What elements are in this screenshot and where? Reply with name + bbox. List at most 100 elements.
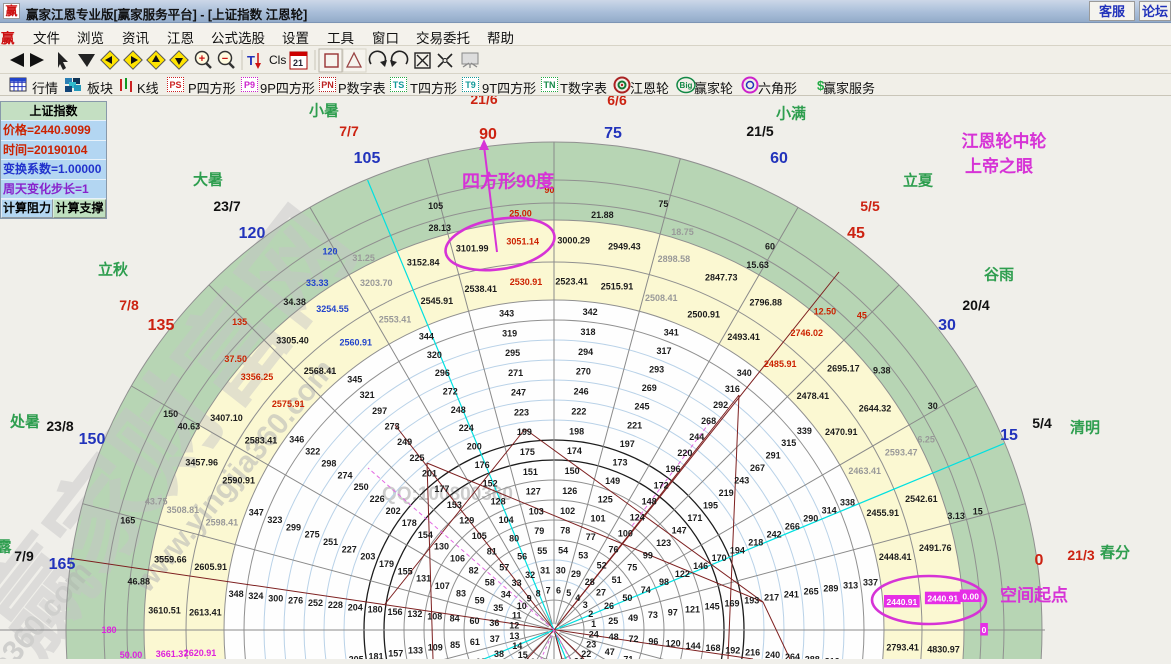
svg-text:小暑: 小暑 bbox=[309, 101, 339, 119]
svg-text:290: 290 bbox=[803, 513, 818, 523]
svg-text:34.38: 34.38 bbox=[283, 297, 306, 307]
svg-text:196: 196 bbox=[665, 464, 680, 474]
svg-text:124: 124 bbox=[630, 513, 645, 523]
svg-text:145: 145 bbox=[705, 601, 720, 611]
svg-text:2: 2 bbox=[588, 609, 593, 619]
svg-text:222: 222 bbox=[571, 406, 586, 416]
svg-text:157: 157 bbox=[388, 649, 403, 659]
svg-text:150: 150 bbox=[79, 431, 106, 448]
svg-text:219: 219 bbox=[719, 488, 734, 498]
svg-text:2545.91: 2545.91 bbox=[421, 296, 454, 306]
svg-text:176: 176 bbox=[475, 460, 490, 470]
svg-text:谷雨: 谷雨 bbox=[984, 266, 1014, 283]
svg-text:21: 21 bbox=[293, 58, 303, 68]
svg-text:98: 98 bbox=[659, 577, 669, 587]
svg-text:59: 59 bbox=[475, 596, 485, 606]
svg-text:317: 317 bbox=[656, 346, 671, 356]
svg-text:立夏: 立夏 bbox=[903, 171, 934, 189]
svg-text:135: 135 bbox=[148, 317, 175, 334]
svg-text:3051.14: 3051.14 bbox=[506, 236, 539, 246]
svg-text:60: 60 bbox=[770, 150, 788, 167]
svg-text:84: 84 bbox=[450, 614, 460, 624]
svg-text:120: 120 bbox=[666, 639, 681, 649]
svg-text:102: 102 bbox=[560, 506, 575, 516]
svg-text:198: 198 bbox=[569, 426, 584, 436]
svg-text:204: 204 bbox=[348, 602, 363, 612]
svg-text:大暑: 大暑 bbox=[193, 170, 223, 188]
svg-text:28: 28 bbox=[585, 577, 595, 587]
svg-text:96: 96 bbox=[648, 636, 658, 646]
svg-text:47: 47 bbox=[605, 647, 615, 657]
svg-text:2440.91: 2440.91 bbox=[887, 597, 918, 607]
svg-text:12: 12 bbox=[509, 621, 519, 631]
svg-text:61: 61 bbox=[470, 637, 480, 647]
svg-text:2463.41: 2463.41 bbox=[848, 466, 881, 476]
svg-text:109: 109 bbox=[428, 643, 443, 653]
svg-text:313: 313 bbox=[843, 581, 858, 591]
svg-text:318: 318 bbox=[580, 327, 595, 337]
svg-text:8: 8 bbox=[536, 588, 541, 598]
svg-text:203: 203 bbox=[360, 552, 375, 562]
svg-text:173: 173 bbox=[612, 458, 627, 468]
svg-text:3559.66: 3559.66 bbox=[154, 555, 187, 565]
svg-text:247: 247 bbox=[511, 388, 526, 398]
svg-text:205: 205 bbox=[349, 655, 364, 659]
svg-text:75: 75 bbox=[658, 199, 668, 209]
svg-text:90: 90 bbox=[479, 126, 497, 143]
svg-text:80: 80 bbox=[509, 533, 519, 543]
svg-text:2575.91: 2575.91 bbox=[272, 399, 305, 409]
svg-text:323: 323 bbox=[267, 515, 282, 525]
svg-text:56: 56 bbox=[517, 552, 527, 562]
svg-text:2590.91: 2590.91 bbox=[222, 475, 255, 485]
svg-text:22: 22 bbox=[581, 649, 591, 659]
svg-text:江恩轮中轮: 江恩轮中轮 bbox=[962, 131, 1047, 151]
svg-text:3000.29: 3000.29 bbox=[557, 236, 590, 246]
svg-text:293: 293 bbox=[649, 365, 664, 375]
svg-text:6.25: 6.25 bbox=[917, 435, 935, 445]
svg-text:2470.91: 2470.91 bbox=[825, 427, 858, 437]
svg-text:2440.91: 2440.91 bbox=[927, 594, 958, 604]
svg-text:79: 79 bbox=[534, 526, 544, 536]
svg-text:146: 146 bbox=[693, 561, 708, 571]
svg-text:240: 240 bbox=[765, 650, 780, 659]
svg-text:7/7: 7/7 bbox=[339, 123, 359, 139]
svg-text:297: 297 bbox=[372, 406, 387, 416]
svg-text:18.75: 18.75 bbox=[671, 227, 694, 237]
svg-text:150: 150 bbox=[163, 409, 178, 419]
svg-text:348: 348 bbox=[229, 589, 244, 599]
svg-text:2553.41: 2553.41 bbox=[379, 314, 412, 324]
svg-text:25: 25 bbox=[608, 616, 618, 626]
svg-text:105: 105 bbox=[354, 150, 381, 167]
svg-text:53: 53 bbox=[578, 551, 588, 561]
svg-text:49: 49 bbox=[628, 613, 638, 623]
svg-text:193: 193 bbox=[744, 595, 759, 605]
svg-text:3: 3 bbox=[583, 600, 588, 610]
svg-text:3407.10: 3407.10 bbox=[210, 413, 243, 423]
svg-text:7/9: 7/9 bbox=[14, 548, 34, 564]
svg-text:347: 347 bbox=[249, 508, 264, 518]
svg-text:5: 5 bbox=[566, 588, 571, 598]
svg-text:75: 75 bbox=[627, 563, 637, 573]
svg-text:3610.51: 3610.51 bbox=[148, 605, 181, 615]
svg-text:148: 148 bbox=[642, 496, 657, 506]
svg-text:2605.91: 2605.91 bbox=[194, 562, 227, 572]
svg-text:1: 1 bbox=[591, 619, 596, 629]
svg-text:24: 24 bbox=[589, 630, 599, 640]
svg-text:60: 60 bbox=[469, 616, 479, 626]
svg-text:74: 74 bbox=[641, 585, 651, 595]
svg-text:248: 248 bbox=[451, 405, 466, 415]
svg-text:197: 197 bbox=[620, 439, 635, 449]
svg-text:180: 180 bbox=[101, 625, 116, 635]
svg-text:32: 32 bbox=[525, 570, 535, 580]
svg-text:155: 155 bbox=[398, 566, 413, 576]
svg-text:77: 77 bbox=[586, 532, 596, 542]
svg-text:195: 195 bbox=[703, 501, 718, 511]
svg-text:50: 50 bbox=[622, 593, 632, 603]
svg-text:202: 202 bbox=[386, 506, 401, 516]
svg-text:131: 131 bbox=[416, 574, 431, 584]
svg-text:3508.81: 3508.81 bbox=[167, 505, 200, 515]
svg-text:223: 223 bbox=[514, 407, 529, 417]
svg-text:2568.41: 2568.41 bbox=[304, 366, 337, 376]
svg-text:2598.41: 2598.41 bbox=[206, 518, 239, 528]
svg-text:100: 100 bbox=[618, 529, 633, 539]
